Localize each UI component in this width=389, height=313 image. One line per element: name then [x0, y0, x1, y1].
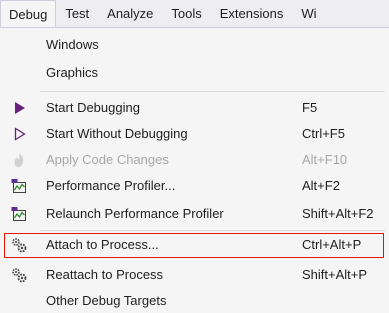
menu-item-label: Other Debug Targets: [46, 293, 167, 308]
menu-item-label: Attach to Process...: [46, 237, 159, 252]
menu-item-label: Reattach to Process: [46, 267, 164, 282]
menu-item-shortcut: F5: [302, 100, 318, 115]
menu-item-relaunch-performance-profiler[interactable]: Relaunch Performance Profiler Shift+Alt+…: [0, 201, 389, 227]
menu-item-graphics[interactable]: Graphics: [0, 60, 389, 86]
menu-item-other-debug-targets[interactable]: Other Debug Targets: [0, 288, 389, 313]
menu-debug[interactable]: Debug: [0, 0, 57, 27]
menu-extensions[interactable]: Extensions: [211, 0, 293, 27]
menu-item-start-without-debugging[interactable]: Start Without Debugging Ctrl+F5: [0, 121, 389, 147]
menu-item-shortcut: Ctrl+Alt+P: [302, 237, 362, 252]
menu-separator: [40, 230, 385, 231]
menu-test-label: Test: [65, 6, 90, 21]
menu-item-label: Performance Profiler...: [46, 178, 176, 193]
menu-analyze-label: Analyze: [107, 6, 154, 21]
gears-icon: [10, 266, 28, 284]
menu-item-label: Apply Code Changes: [46, 152, 169, 167]
menu-item-attach-to-process[interactable]: Attach to Process... Ctrl+Alt+P: [0, 232, 389, 258]
profiler-icon: [10, 177, 28, 195]
menu-separator: [40, 91, 385, 92]
menu-window[interactable]: Wi: [292, 0, 325, 27]
menu-extensions-label: Extensions: [219, 6, 284, 21]
menu-item-start-debugging[interactable]: Start Debugging F5: [0, 95, 389, 121]
menu-item-label: Graphics: [46, 65, 99, 80]
menu-test[interactable]: Test: [56, 0, 98, 27]
menu-item-shortcut: Shift+Alt+F2: [302, 206, 374, 221]
play-filled-icon: [10, 99, 28, 117]
menu-item-shortcut: Alt+F2: [302, 178, 340, 193]
menu-bar: Debug Test Analyze Tools Extensions Wi: [0, 0, 389, 27]
visual-studio-window: Debug Test Analyze Tools Extensions Wi W…: [0, 0, 389, 313]
menu-item-reattach-to-process[interactable]: Reattach to Process Shift+Alt+P: [0, 262, 389, 288]
menu-item-windows[interactable]: Windows: [0, 32, 389, 58]
menu-item-label: Start Debugging: [46, 100, 140, 115]
flame-icon: [10, 151, 28, 169]
menu-debug-label: Debug: [9, 6, 48, 22]
profiler-icon: [10, 205, 28, 223]
menu-item-shortcut: Ctrl+F5: [302, 126, 345, 141]
menu-tools-label: Tools: [171, 6, 202, 21]
menu-tools[interactable]: Tools: [162, 0, 210, 27]
gears-icon: [10, 236, 28, 254]
menu-window-label: Wi: [301, 6, 317, 21]
menu-item-apply-code-changes: Apply Code Changes Alt+F10: [0, 147, 389, 173]
menu-item-shortcut: Alt+F10: [302, 152, 348, 167]
debug-dropdown-menu: Windows Graphics Start Debugging F5 Star…: [0, 27, 389, 313]
menu-item-label: Start Without Debugging: [46, 126, 188, 141]
menu-item-performance-profiler[interactable]: Performance Profiler... Alt+F2: [0, 173, 389, 199]
menu-item-label: Windows: [46, 37, 99, 52]
play-outline-icon: [10, 125, 28, 143]
menu-item-label: Relaunch Performance Profiler: [46, 206, 224, 221]
menu-item-shortcut: Shift+Alt+P: [302, 267, 368, 282]
menu-analyze[interactable]: Analyze: [98, 0, 162, 27]
